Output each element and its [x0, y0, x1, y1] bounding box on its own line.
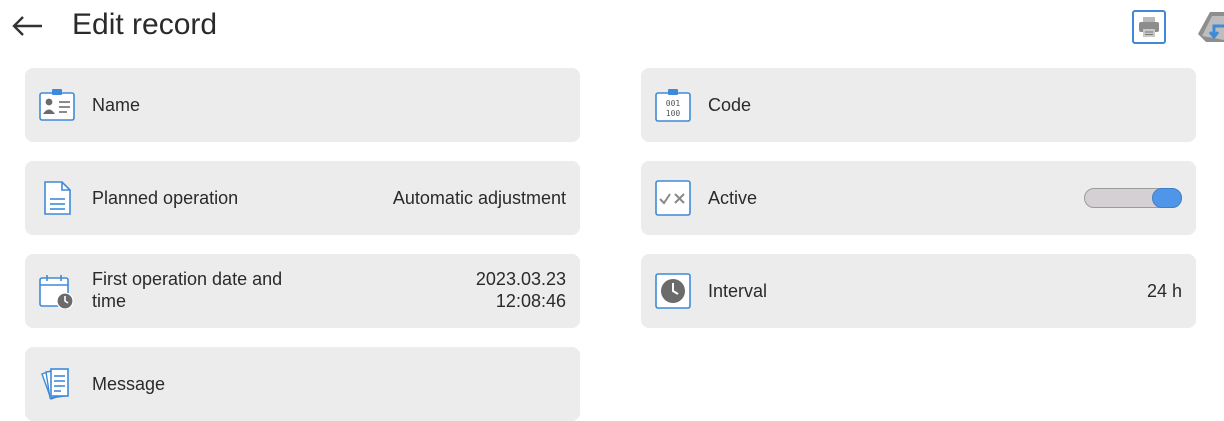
active-label: Active: [708, 188, 758, 208]
active-field[interactable]: Active: [641, 161, 1196, 235]
message-sheets-icon: [41, 368, 69, 400]
name-label: Name: [92, 95, 141, 115]
message-label: Message: [92, 374, 166, 394]
document-icon: [44, 181, 71, 215]
first-operation-label-line2: time: [92, 291, 127, 311]
planned-operation-value: Automatic adjustment: [392, 188, 566, 208]
planned-operation-field[interactable]: Planned operation Automatic adjustment: [25, 161, 580, 235]
message-field[interactable]: Message: [25, 347, 580, 421]
first-operation-value: 2023.03.23 12:08:46: [476, 268, 566, 312]
code-label: Code: [708, 95, 752, 115]
page-title: Edit record: [72, 8, 218, 41]
planned-operation-label: Planned operation: [92, 188, 239, 208]
svg-text:100: 100: [666, 109, 681, 118]
exit-icon[interactable]: [1196, 6, 1224, 46]
svg-text:001: 001: [666, 99, 681, 108]
code-field[interactable]: 001 100 Code: [641, 68, 1196, 142]
interval-field[interactable]: Interval 24 h: [641, 254, 1196, 328]
active-toggle[interactable]: [1084, 188, 1182, 208]
name-field[interactable]: Name: [25, 68, 580, 142]
first-operation-field[interactable]: First operation date and time 2023.03.23…: [25, 254, 580, 328]
back-arrow-icon[interactable]: [10, 14, 46, 38]
first-operation-label-line1: First operation date and: [92, 269, 283, 289]
interval-value: 24 h: [1146, 281, 1182, 301]
printer-icon[interactable]: [1132, 10, 1166, 44]
toggle-knob: [1152, 188, 1182, 208]
id-card-icon: [39, 89, 75, 121]
clock-icon: [655, 273, 691, 309]
first-operation-date: 2023.03.23: [475, 269, 566, 289]
calendar-clock-icon: [39, 275, 74, 309]
header-bar: Edit record: [0, 0, 1224, 56]
first-operation-time: 12:08:46: [495, 291, 566, 311]
interval-label: Interval: [708, 281, 768, 301]
binary-code-icon: 001 100: [655, 89, 691, 122]
first-operation-label: First operation date and time: [92, 268, 282, 312]
check-cross-icon: [655, 180, 691, 216]
